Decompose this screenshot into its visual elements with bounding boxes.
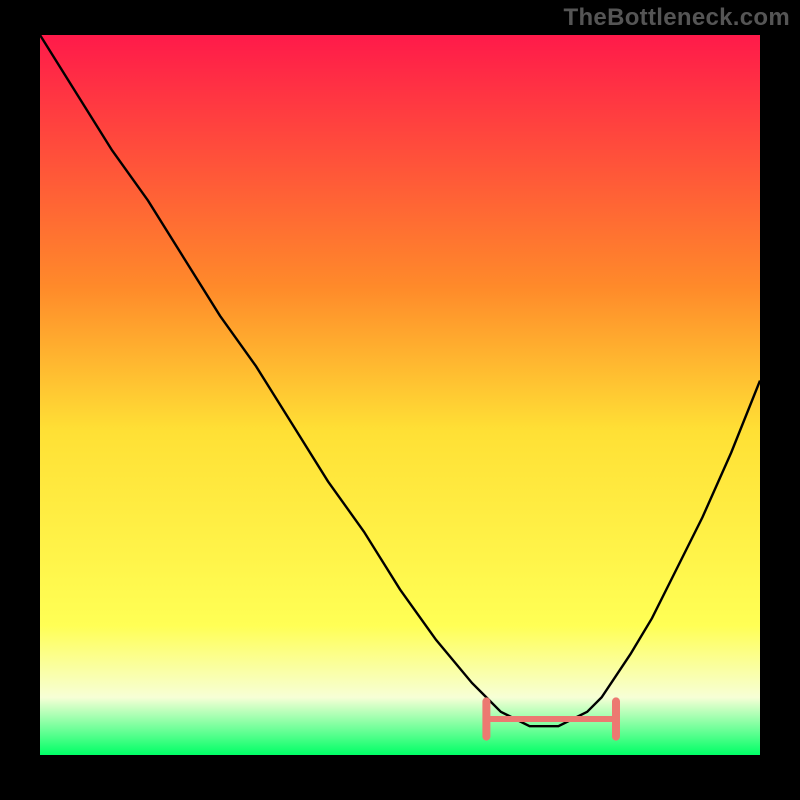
sweet-spot-dot bbox=[523, 717, 527, 721]
plot-area bbox=[40, 35, 760, 755]
watermark-text: TheBottleneck.com bbox=[564, 4, 790, 32]
sweet-spot-dot bbox=[601, 717, 605, 721]
chart-frame: TheBottleneck.com bbox=[0, 0, 800, 800]
sweet-spot-dot bbox=[549, 717, 553, 721]
sweet-spot-dot bbox=[510, 717, 514, 721]
sweet-spot-cap-left bbox=[482, 697, 490, 740]
sweet-spot-cap-right bbox=[612, 697, 620, 740]
background-gradient bbox=[40, 35, 760, 755]
sweet-spot-dot bbox=[536, 717, 540, 721]
chart-svg bbox=[40, 35, 760, 755]
sweet-spot-dot bbox=[497, 717, 501, 721]
sweet-spot-dot bbox=[575, 717, 579, 721]
sweet-spot-dot bbox=[562, 717, 566, 721]
sweet-spot-dot bbox=[588, 717, 592, 721]
